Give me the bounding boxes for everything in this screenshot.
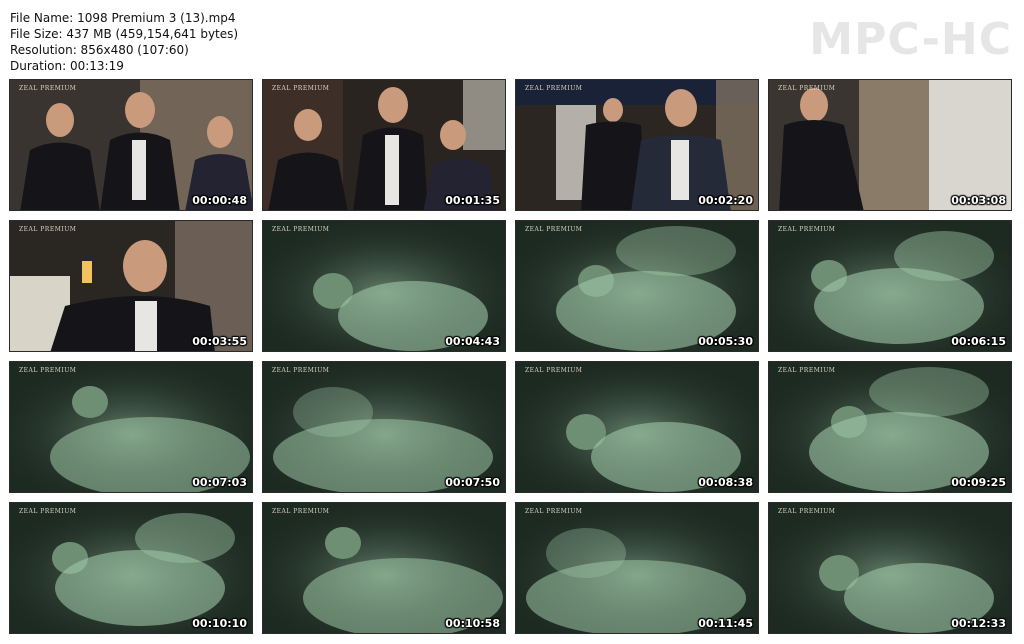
- file-info-panel: File Name: 1098 Premium 3 (13).mp4 File …: [10, 10, 238, 74]
- thumbnail-7: ZEAL PREMIUM 00:05:30: [515, 220, 759, 352]
- mpc-hc-logo: MPC-HC: [809, 14, 1012, 65]
- thumbnail-frame-image: [769, 503, 1011, 633]
- thumbnail-frame-image: [516, 503, 758, 633]
- duration-text: Duration: 00:13:19: [10, 59, 124, 73]
- watermark-text: ZEAL PREMIUM: [272, 367, 330, 374]
- watermark-text: ZEAL PREMIUM: [19, 226, 77, 233]
- timestamp-label: 00:03:08: [951, 194, 1006, 207]
- thumbnail-15: ZEAL PREMIUM 00:11:45: [515, 502, 759, 634]
- timestamp-label: 00:00:48: [192, 194, 247, 207]
- thumbnail-8: ZEAL PREMIUM 00:06:15: [768, 220, 1012, 352]
- watermark-text: ZEAL PREMIUM: [778, 508, 836, 515]
- thumbnail-frame-image: [516, 221, 758, 351]
- thumbnail-4: ZEAL PREMIUM 00:03:08: [768, 79, 1012, 211]
- thumbnail-frame-image: [516, 80, 758, 210]
- watermark-text: ZEAL PREMIUM: [19, 85, 77, 92]
- thumbnail-3: ZEAL PREMIUM 00:02:20: [515, 79, 759, 211]
- timestamp-label: 00:07:50: [445, 476, 500, 489]
- resolution-text: Resolution: 856x480 (107:60): [10, 43, 189, 57]
- timestamp-label: 00:01:35: [445, 194, 500, 207]
- thumbnail-frame-image: [263, 80, 505, 210]
- watermark-text: ZEAL PREMIUM: [525, 85, 583, 92]
- watermark-text: ZEAL PREMIUM: [272, 508, 330, 515]
- thumbnail-14: ZEAL PREMIUM 00:10:58: [262, 502, 506, 634]
- thumbnail-frame-image: [516, 362, 758, 492]
- timestamp-label: 00:09:25: [951, 476, 1006, 489]
- watermark-text: ZEAL PREMIUM: [778, 85, 836, 92]
- watermark-text: ZEAL PREMIUM: [19, 508, 77, 515]
- timestamp-label: 00:08:38: [698, 476, 753, 489]
- thumbnail-9: ZEAL PREMIUM 00:07:03: [9, 361, 253, 493]
- watermark-text: ZEAL PREMIUM: [272, 226, 330, 233]
- thumbnail-frame-image: [10, 80, 252, 210]
- timestamp-label: 00:10:10: [192, 617, 247, 630]
- thumbnail-frame-image: [769, 362, 1011, 492]
- thumbnail-1: ZEAL PREMIUM 00:00:48: [9, 79, 253, 211]
- thumbnail-11: ZEAL PREMIUM 00:08:38: [515, 361, 759, 493]
- thumbnail-2: ZEAL PREMIUM 00:01:35: [262, 79, 506, 211]
- timestamp-label: 00:11:45: [698, 617, 753, 630]
- watermark-text: ZEAL PREMIUM: [778, 226, 836, 233]
- watermark-text: ZEAL PREMIUM: [778, 367, 836, 374]
- timestamp-label: 00:03:55: [192, 335, 247, 348]
- thumbnail-frame-image: [10, 503, 252, 633]
- timestamp-label: 00:10:58: [445, 617, 500, 630]
- timestamp-label: 00:12:33: [951, 617, 1006, 630]
- timestamp-label: 00:05:30: [698, 335, 753, 348]
- watermark-text: ZEAL PREMIUM: [272, 85, 330, 92]
- thumbnail-frame-image: [10, 362, 252, 492]
- thumbnail-frame-image: [263, 362, 505, 492]
- thumbnail-frame-image: [263, 221, 505, 351]
- thumbnail-10: ZEAL PREMIUM 00:07:50: [262, 361, 506, 493]
- thumbnail-13: ZEAL PREMIUM 00:10:10: [9, 502, 253, 634]
- timestamp-label: 00:06:15: [951, 335, 1006, 348]
- thumbnail-6: ZEAL PREMIUM 00:04:43: [262, 220, 506, 352]
- file-size-text: File Size: 437 MB (459,154,641 bytes): [10, 27, 239, 41]
- thumbnail-frame-image: [769, 221, 1011, 351]
- thumbnail-5: ZEAL PREMIUM 00:03:55: [9, 220, 253, 352]
- watermark-text: ZEAL PREMIUM: [525, 226, 583, 233]
- thumbnail-16: ZEAL PREMIUM 00:12:33: [768, 502, 1012, 634]
- watermark-text: ZEAL PREMIUM: [525, 367, 583, 374]
- timestamp-label: 00:02:20: [698, 194, 753, 207]
- timestamp-label: 00:07:03: [192, 476, 247, 489]
- watermark-text: ZEAL PREMIUM: [19, 367, 77, 374]
- watermark-text: ZEAL PREMIUM: [525, 508, 583, 515]
- file-name-text: File Name: 1098 Premium 3 (13).mp4: [10, 11, 236, 25]
- thumbnail-frame-image: [10, 221, 252, 351]
- thumbnail-12: ZEAL PREMIUM 00:09:25: [768, 361, 1012, 493]
- thumbnail-frame-image: [263, 503, 505, 633]
- thumbnail-frame-image: [769, 80, 1011, 210]
- timestamp-label: 00:04:43: [445, 335, 500, 348]
